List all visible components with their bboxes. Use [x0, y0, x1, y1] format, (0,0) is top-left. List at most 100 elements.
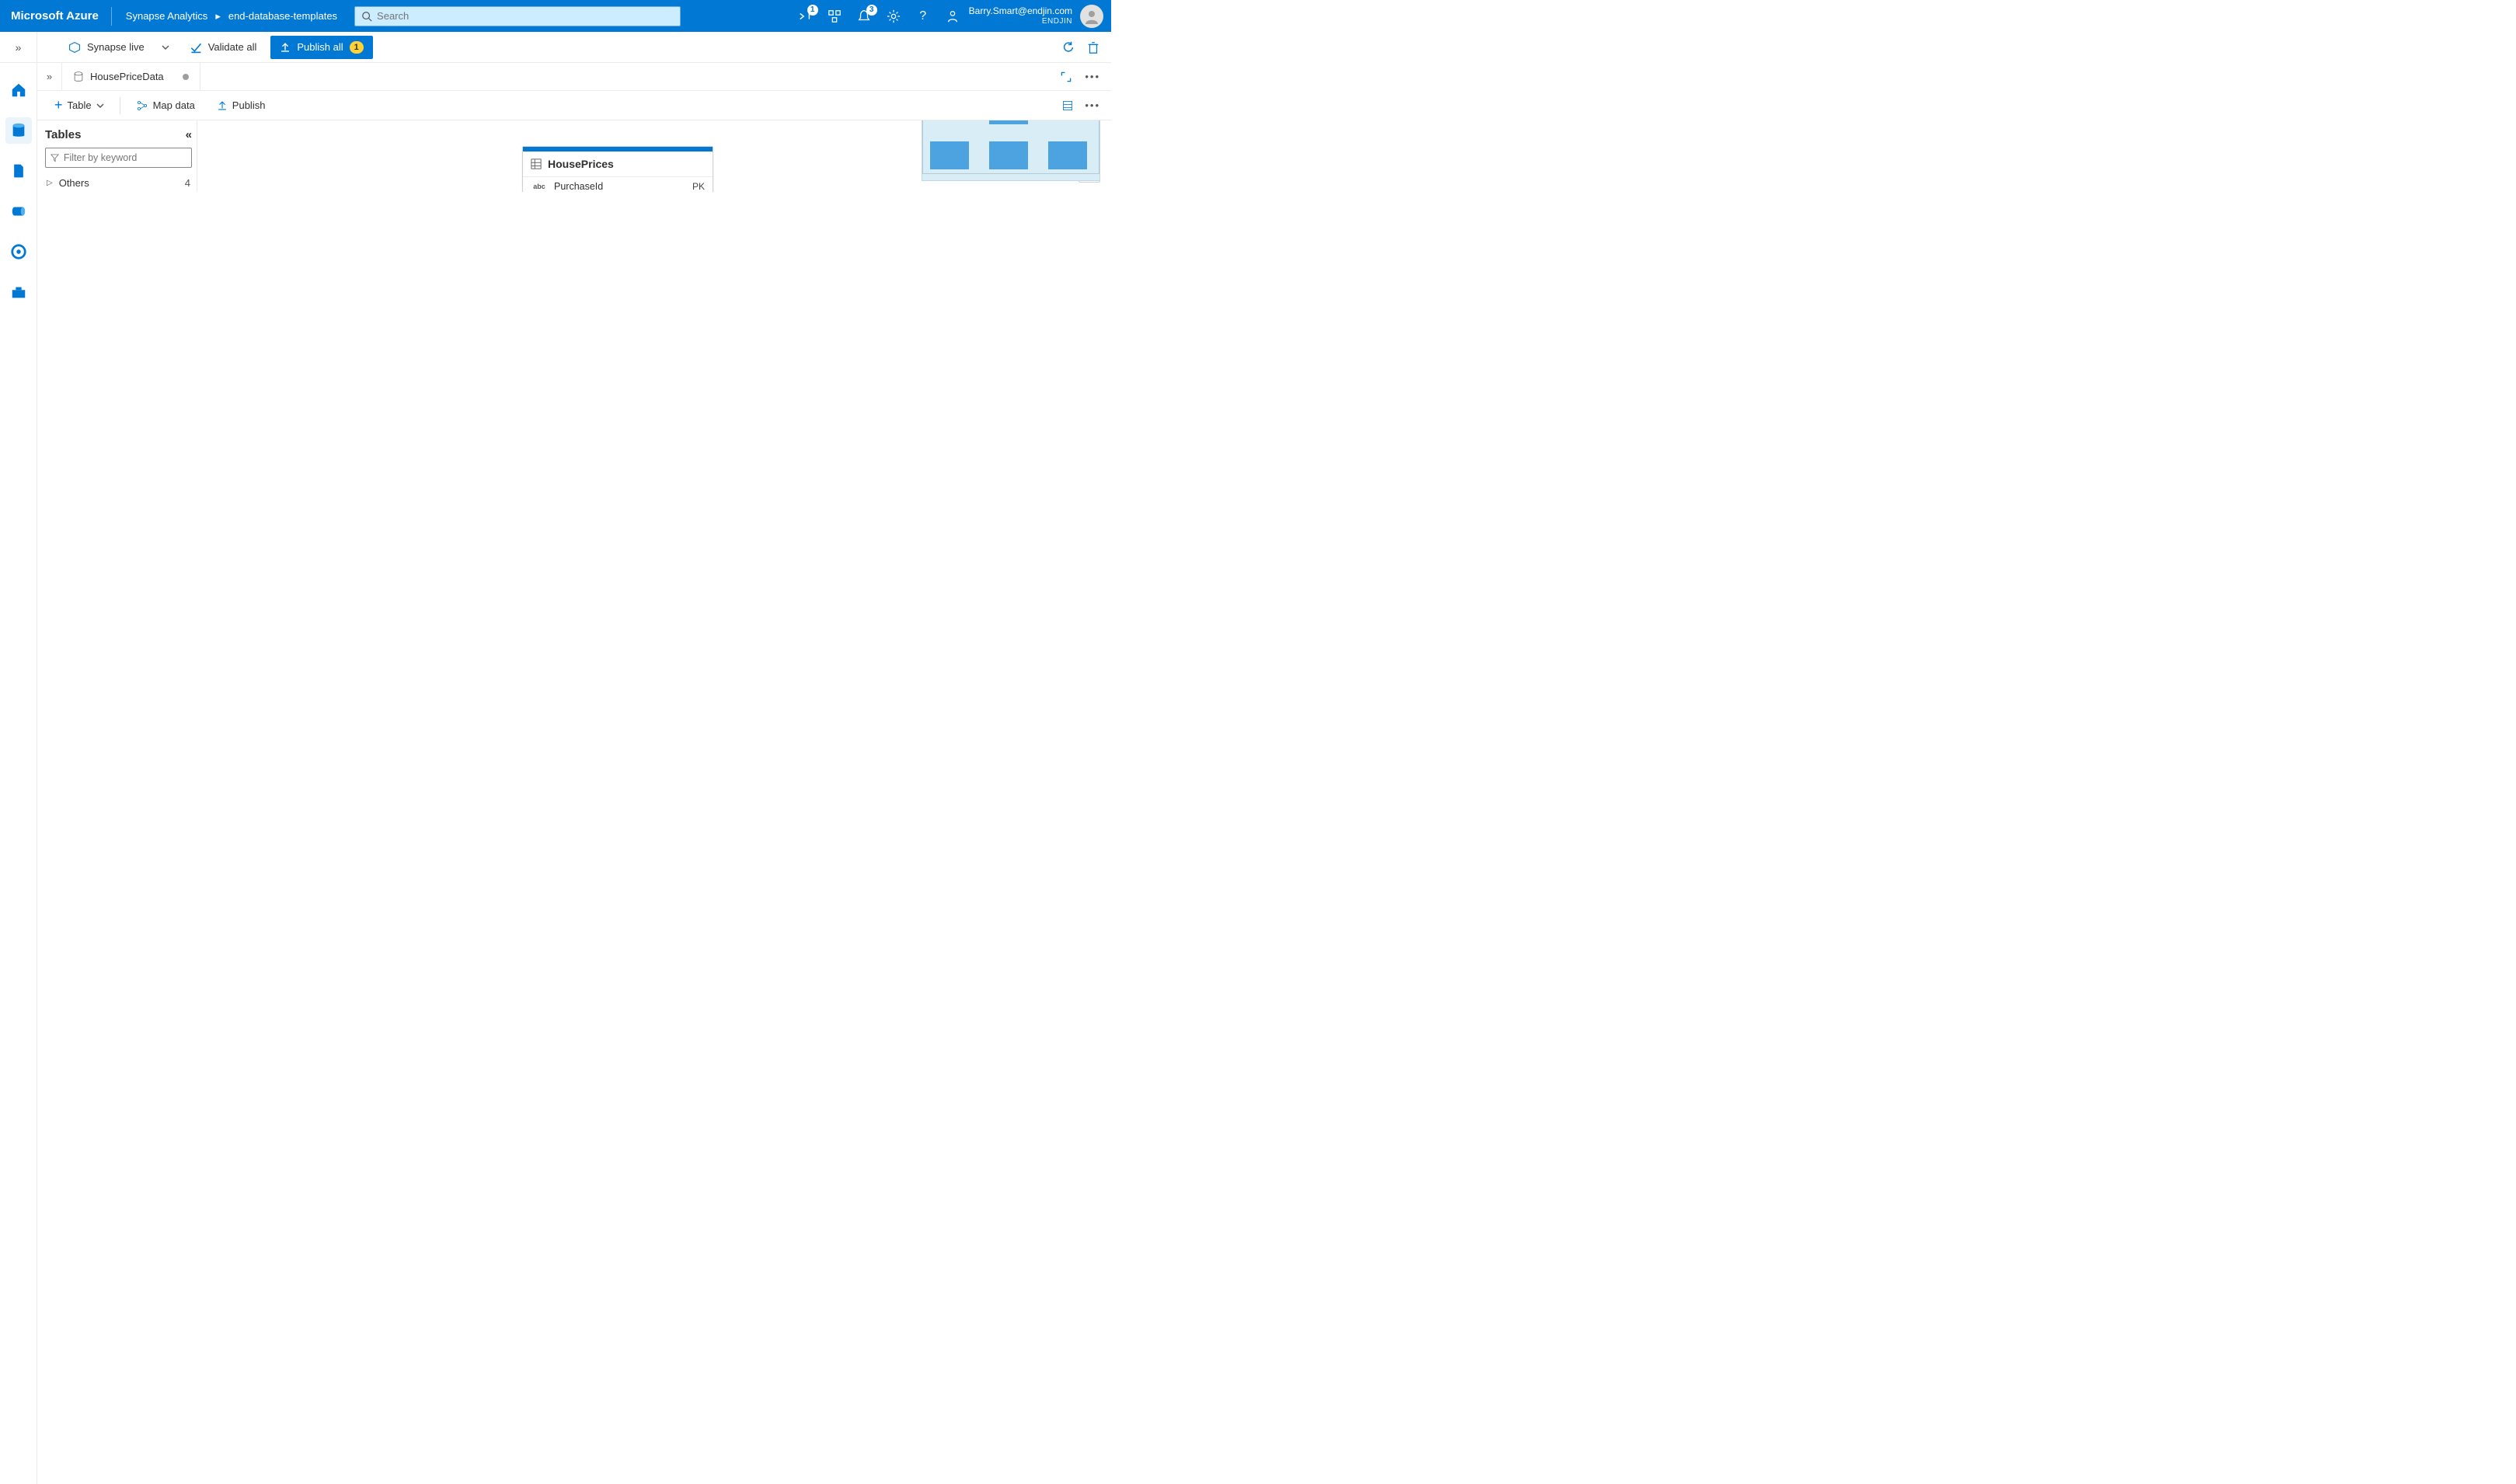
live-icon — [68, 41, 81, 54]
nav-data[interactable] — [5, 117, 32, 144]
nav-manage[interactable] — [5, 279, 32, 305]
expand-tabs-button[interactable]: » — [37, 63, 62, 90]
tables-filter[interactable] — [45, 148, 192, 168]
left-nav-rail: » — [0, 32, 37, 1484]
tree-node-others[interactable]: ▷ Others 4 — [45, 174, 192, 192]
database-icon — [73, 71, 84, 82]
entity-header[interactable]: HousePrices — [523, 152, 713, 177]
directories-icon[interactable] — [826, 8, 843, 25]
tables-heading: Tables — [45, 128, 81, 141]
avatar[interactable] — [1080, 5, 1103, 28]
notifications-icon[interactable]: 3 — [856, 8, 873, 25]
tab-strip: » HousePriceData ••• — [37, 63, 1111, 91]
entity-columns: abcPurchaseIdPK1.2fPurchasePriceDateOfPu… — [523, 177, 713, 192]
azure-header: Microsoft Azure Synapse Analytics ▸ end-… — [0, 0, 1111, 32]
nav-develop[interactable] — [5, 158, 32, 184]
more-icon[interactable]: ••• — [1085, 99, 1100, 112]
properties-icon[interactable] — [1061, 99, 1074, 112]
publish-label: Publish — [232, 99, 266, 111]
map-data-label: Map data — [153, 99, 195, 111]
tree-node-label: Others — [59, 177, 89, 189]
global-search-input[interactable] — [377, 10, 674, 22]
collapse-panel-button[interactable]: « — [186, 128, 192, 141]
key-indicator: PK — [692, 181, 705, 192]
chevron-right-icon: ▸ — [215, 10, 221, 23]
tab-houseprice-data[interactable]: HousePriceData — [62, 63, 200, 90]
entity-house-prices[interactable]: HousePrices abcPurchaseIdPK1.2fPurchaseP… — [522, 146, 713, 192]
nav-home[interactable] — [5, 77, 32, 103]
add-table-button[interactable]: + Table — [47, 94, 112, 117]
tab-title: HousePriceData — [90, 71, 164, 82]
header-divider — [111, 7, 112, 26]
synapse-live-dropdown[interactable]: Synapse live — [62, 37, 176, 58]
table-icon — [531, 159, 542, 169]
more-icon[interactable]: ••• — [1085, 71, 1100, 82]
account-email: Barry.Smart@endjin.com — [969, 6, 1072, 16]
expand-icon[interactable] — [1060, 71, 1072, 83]
cloud-shell-icon[interactable]: 1 — [796, 8, 814, 25]
person-icon — [1084, 9, 1099, 24]
chevron-down-icon — [162, 44, 169, 51]
minimap-node — [930, 141, 969, 169]
validate-all-label: Validate all — [208, 41, 257, 53]
column-name: PurchaseId — [554, 181, 603, 192]
filter-icon — [51, 153, 59, 162]
minimap-node — [989, 120, 1028, 124]
tables-panel: Tables « ▷ Others 4 — [37, 120, 197, 192]
breadcrumb-item-workspace[interactable]: end-database-templates — [228, 10, 337, 22]
map-data-icon — [136, 99, 148, 112]
database-icon — [10, 122, 27, 139]
header-icons: 1 3 ? — [792, 8, 966, 25]
dirty-indicator — [183, 74, 189, 80]
column-row[interactable]: abc PurchaseId PK — [523, 177, 713, 192]
brand[interactable]: Microsoft Azure — [11, 9, 111, 23]
search-icon — [361, 11, 372, 22]
plus-icon: + — [54, 97, 63, 113]
publish-all-button[interactable]: Publish all 1 — [270, 36, 372, 59]
validate-all-button[interactable]: Validate all — [190, 41, 257, 54]
publish-icon — [217, 100, 228, 111]
discard-icon[interactable] — [1086, 40, 1100, 54]
publish-count-badge: 1 — [350, 41, 364, 54]
minimap[interactable] — [922, 120, 1100, 181]
tables-filter-input[interactable] — [64, 152, 186, 163]
publish-button[interactable]: Publish — [209, 94, 274, 117]
nav-monitor[interactable] — [5, 239, 32, 265]
map-data-button[interactable]: Map data — [128, 94, 203, 117]
badge: 3 — [866, 5, 877, 16]
feedback-icon[interactable] — [944, 8, 961, 25]
publish-icon — [280, 42, 291, 53]
settings-icon[interactable] — [885, 8, 902, 25]
tree-node-count: 4 — [185, 177, 190, 189]
account-tenant: ENDJIN — [969, 17, 1072, 26]
entity-title: HousePrices — [548, 158, 614, 170]
home-icon — [10, 82, 27, 99]
tables-heading-row: Tables « — [45, 128, 192, 141]
workspace-toolbar: Synapse live Validate all Publish all 1 — [0, 32, 1111, 63]
expand-rail-button[interactable]: » — [0, 32, 37, 63]
account-menu[interactable]: Barry.Smart@endjin.com ENDJIN — [966, 5, 1111, 28]
add-table-label: Table — [68, 99, 92, 111]
chevron-right-icon: ▷ — [47, 179, 53, 187]
publish-all-label: Publish all — [297, 41, 343, 53]
toolbar-right — [1061, 40, 1111, 54]
breadcrumb: Synapse Analytics ▸ end-database-templat… — [115, 10, 348, 23]
toolbox-icon — [10, 284, 27, 301]
chevron-down-icon — [96, 102, 104, 110]
refresh-icon[interactable] — [1061, 40, 1075, 54]
type-icon: abc — [531, 183, 548, 190]
check-icon — [190, 41, 202, 54]
nav-integrate[interactable] — [5, 198, 32, 225]
global-search[interactable] — [354, 6, 681, 26]
editor-toolbar: + Table Map data Publish ••• — [37, 91, 1111, 120]
erd-canvas[interactable]: HousePrices abcPurchaseIdPK1.2fPurchaseP… — [197, 120, 1111, 192]
gauge-icon — [10, 243, 27, 260]
help-icon[interactable]: ? — [915, 8, 932, 25]
breadcrumb-item-service[interactable]: Synapse Analytics — [126, 10, 208, 22]
document-icon — [11, 163, 26, 179]
pipeline-icon — [10, 203, 27, 220]
badge: 1 — [807, 5, 818, 16]
synapse-live-label: Synapse live — [87, 41, 145, 53]
minimap-node — [989, 141, 1028, 169]
account-text: Barry.Smart@endjin.com ENDJIN — [969, 6, 1072, 25]
